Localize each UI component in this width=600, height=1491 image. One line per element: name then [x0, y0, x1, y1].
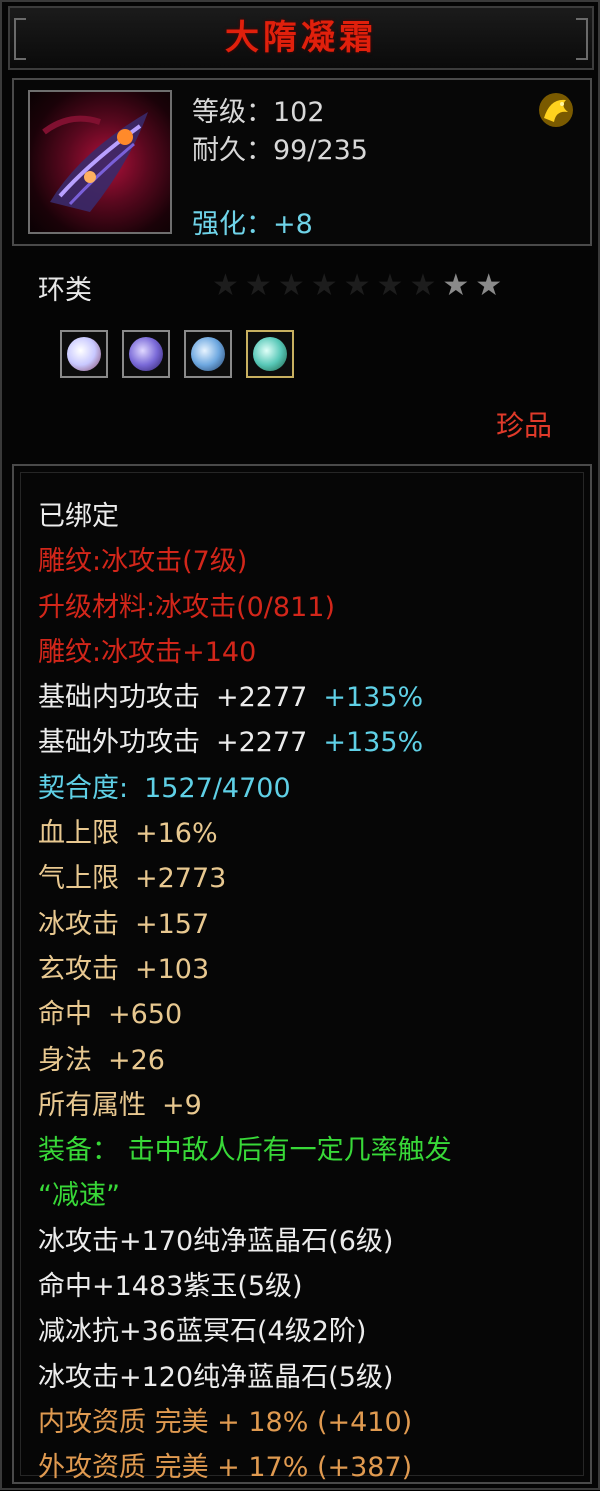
- quality-line: 外攻资质 完美 + 17% (+387): [38, 1452, 413, 1484]
- star-empty-icon: ★: [310, 268, 344, 303]
- star-empty-icon: ★: [277, 268, 311, 303]
- star-filled-icon: ★: [442, 268, 476, 303]
- white-gem-icon[interactable]: [60, 330, 108, 378]
- star-empty-icon: ★: [212, 268, 245, 303]
- base-inner-attack: 基础内功攻击 +2277 +135%: [38, 682, 424, 714]
- teal-gem-icon[interactable]: [246, 330, 294, 378]
- stat-line: 气上限 +2773: [38, 863, 227, 895]
- item-tooltip: 大隋凝霜 等级：102 耐久：99/235 强化：+8 环类 ★★★★★★★★★…: [0, 0, 600, 1490]
- engrave-line: 雕纹:冰攻击(7级): [38, 546, 248, 578]
- purple-gem-icon[interactable]: [122, 330, 170, 378]
- item-durability: 耐久：99/235: [192, 135, 368, 166]
- attribute-panel: 已绑定 雕纹:冰攻击(7级) 升级材料:冰攻击(0/811) 雕纹:冰攻击+14…: [12, 464, 592, 1484]
- item-enhance: 强化：+8: [192, 209, 313, 240]
- title-bar: 大隋凝霜: [8, 6, 594, 70]
- item-summary: 等级：102 耐久：99/235 强化：+8: [12, 78, 592, 246]
- bound-status: 已绑定: [38, 501, 119, 532]
- socket-gem-line: 冰攻击+170纯净蓝晶石(6级): [38, 1225, 394, 1257]
- stat-line: 冰攻击 +157: [38, 908, 210, 940]
- star-rating: ★★★★★★★★★: [212, 268, 508, 303]
- stat-line: 所有属性 +9: [38, 1089, 202, 1121]
- socket-gem-line: 命中+1483紫玉(5级): [38, 1271, 303, 1303]
- star-empty-icon: ★: [244, 268, 278, 303]
- socket-gem-line: 减冰抗+36蓝冥石(4级2阶): [38, 1316, 367, 1348]
- item-category: 环类: [38, 275, 92, 306]
- star-empty-icon: ★: [376, 268, 410, 303]
- equip-effect-line: 装备： 击中敌人后有一定几率触发: [38, 1135, 452, 1167]
- rarity-label: 珍品: [495, 409, 552, 442]
- equip-effect-name: “减速”: [38, 1180, 120, 1212]
- stat-line: 玄攻击 +103: [38, 953, 210, 985]
- affinity-line: 契合度: 1527/4700: [38, 772, 291, 804]
- item-level: 等级：102: [192, 97, 325, 128]
- star-filled-icon: ★: [475, 268, 509, 303]
- stat-line: 命中 +650: [38, 999, 183, 1031]
- star-empty-icon: ★: [409, 268, 443, 303]
- ring-weapon-icon: [28, 90, 172, 234]
- base-outer-attack: 基础外功攻击 +2277 +135%: [38, 727, 424, 759]
- upgrade-material-line: 升级材料:冰攻击(0/811): [38, 591, 335, 623]
- item-name: 大隋凝霜: [225, 18, 377, 58]
- stat-line: 血上限 +16%: [38, 818, 218, 850]
- quality-line: 内攻资质 完美 + 18% (+410): [38, 1406, 413, 1438]
- socket-gem-line: 冰攻击+120纯净蓝晶石(5级): [38, 1361, 394, 1393]
- star-empty-icon: ★: [343, 268, 377, 303]
- blue-gem-icon[interactable]: [184, 330, 232, 378]
- stat-line: 身法 +26: [38, 1044, 165, 1076]
- engrave-bonus-line: 雕纹:冰攻击+140: [38, 636, 257, 668]
- dragon-badge-icon: [536, 90, 576, 130]
